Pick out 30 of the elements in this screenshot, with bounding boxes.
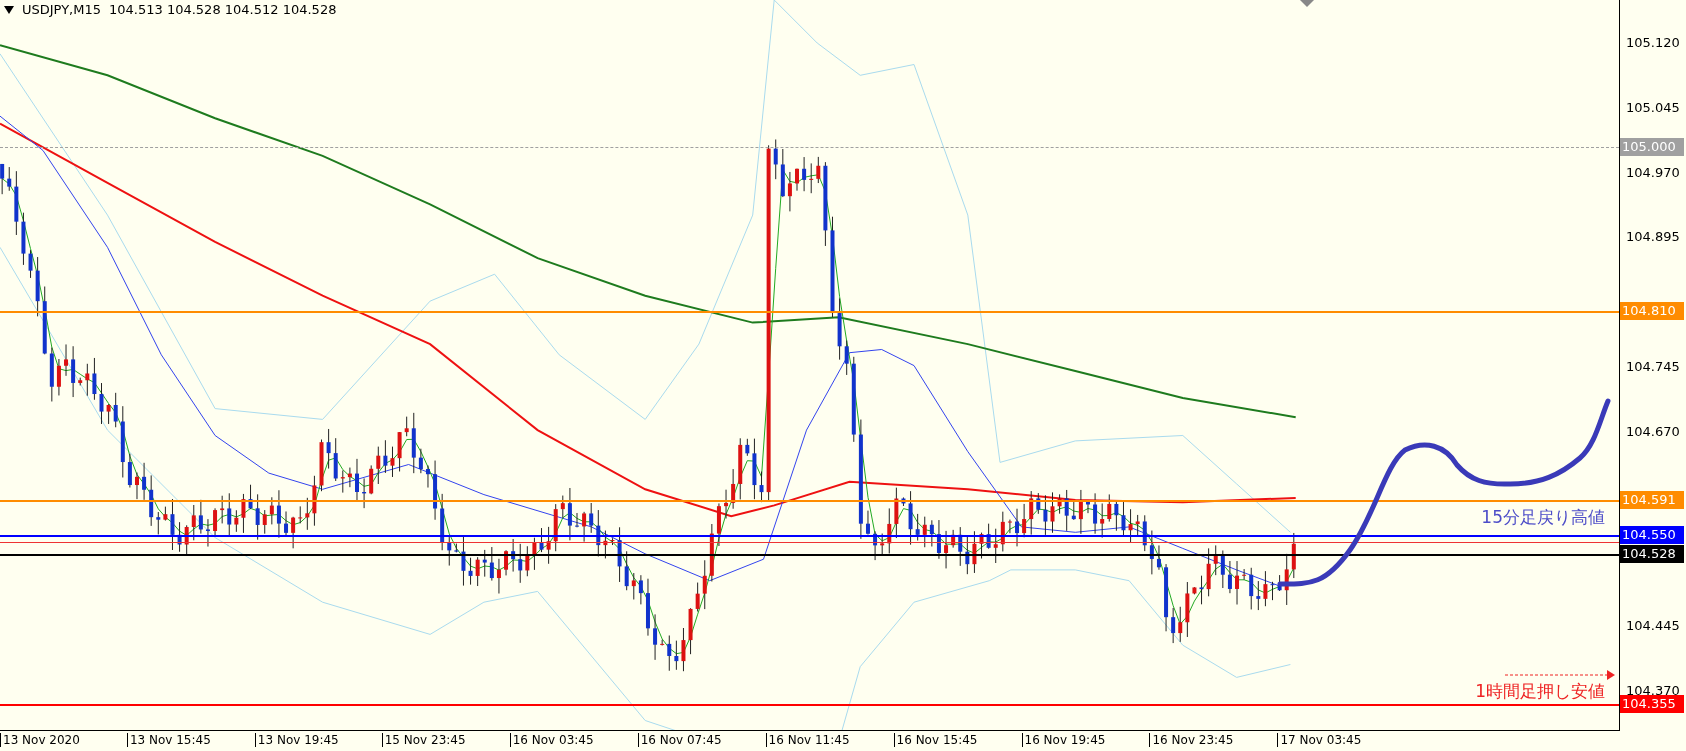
time-tick-label: 17 Nov 03:45: [1277, 733, 1362, 747]
price-tick-label: 104.745: [1626, 359, 1680, 374]
time-tick-label: 16 Nov 11:45: [765, 733, 850, 747]
time-tick-label: 16 Nov 03:45: [509, 733, 594, 747]
price-tag: 104.528: [1620, 545, 1684, 564]
price-tag: 105.000: [1620, 137, 1684, 156]
annotation-label: 1時間足押し安値: [1475, 682, 1605, 701]
annotation-label: 15分足戻り高値: [1481, 508, 1605, 527]
chart-symbol: USDJPY,M15: [22, 2, 101, 17]
time-tick-label: 13 Nov 2020: [0, 733, 80, 747]
time-tick-label: 15 Nov 23:45: [381, 733, 466, 747]
price-tick-label: 104.670: [1626, 423, 1680, 439]
time-tick-label: 13 Nov 15:45: [126, 733, 211, 747]
price-tick-label: 104.970: [1626, 164, 1680, 180]
price-tick-label: 104.445: [1626, 618, 1680, 634]
time-tick-label: 16 Nov 07:45: [637, 733, 722, 747]
price-tick-label: 105.120: [1626, 35, 1680, 50]
price-tick-label: 105.045: [1626, 99, 1680, 115]
price-tag: 104.550: [1620, 526, 1684, 545]
price-tag: 104.810: [1620, 301, 1684, 320]
time-tick-label: 16 Nov 19:45: [1021, 733, 1106, 747]
diamond-marker-icon: [1300, 0, 1314, 8]
time-tick-label: 16 Nov 23:45: [1149, 733, 1234, 747]
time-tick-label: 13 Nov 19:45: [254, 733, 339, 747]
price-tag: 104.591: [1620, 491, 1684, 510]
dropdown-triangle-icon[interactable]: [4, 5, 14, 14]
time-tick-label: 16 Nov 15:45: [893, 733, 978, 747]
quote-values: 104.513 104.528 104.512 104.528: [109, 2, 337, 17]
price-tick-label: 104.895: [1626, 229, 1680, 245]
price-tag: 104.355: [1620, 694, 1684, 713]
